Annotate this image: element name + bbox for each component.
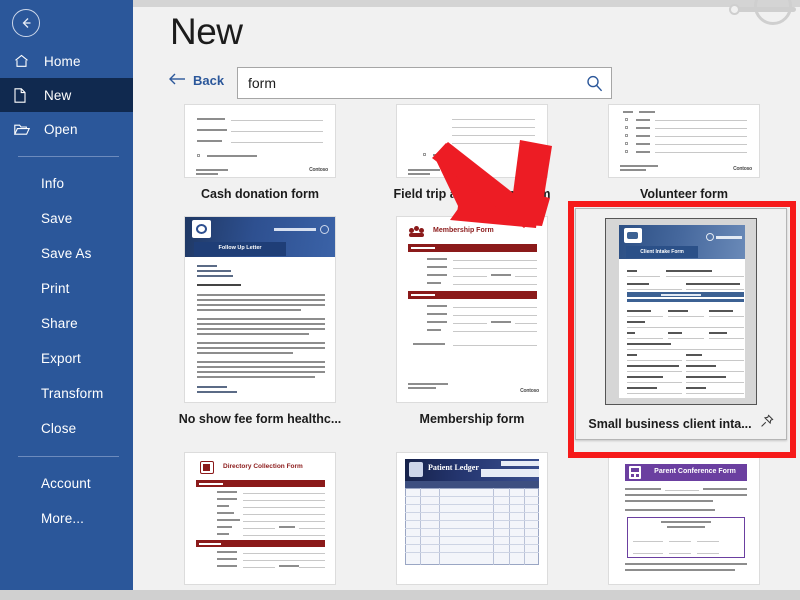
template-search-box[interactable] xyxy=(237,67,612,99)
template-grid: Contoso Cash donation form Contoso Field… xyxy=(157,104,800,590)
doc-title: Client Intake Form xyxy=(640,249,684,255)
sidebar-item-account[interactable]: Account xyxy=(0,466,133,501)
window-top-shade xyxy=(133,0,800,7)
sidebar-item-label: Save As xyxy=(41,246,92,261)
template-thumbnail: Follow Up Letter xyxy=(184,216,336,403)
doc-title: Patient Ledger xyxy=(428,463,479,472)
doc-preview-no-show-fee: Follow Up Letter xyxy=(185,217,335,402)
template-thumbnail: Contoso xyxy=(396,104,548,178)
sidebar-item-share[interactable]: Share xyxy=(0,306,133,341)
search-icon[interactable] xyxy=(577,68,611,98)
arrow-left-icon xyxy=(169,73,186,88)
template-card-label: Small business client inta... xyxy=(588,416,752,431)
avatar-circle xyxy=(754,0,792,25)
sidebar-item-transform[interactable]: Transform xyxy=(0,376,133,411)
template-card-label: Cash donation form xyxy=(200,187,320,201)
sidebar-item-home[interactable]: Home xyxy=(0,44,133,78)
template-card-label: No show fee form healthc... xyxy=(178,412,342,426)
doc-preview-client-intake: Client Intake Form xyxy=(606,219,756,404)
avatar-knob xyxy=(729,4,740,15)
template-thumbnail: Client Intake Form xyxy=(605,218,757,405)
back-arrow-circle-icon[interactable] xyxy=(12,9,40,37)
template-thumbnail: Directory Collection Form xyxy=(184,452,336,585)
sidebar-item-more[interactable]: More... xyxy=(0,501,133,536)
sidebar-item-close[interactable]: Close xyxy=(0,411,133,446)
backstage-sidebar: Home New Open Info Save Save As Print Sh… xyxy=(0,0,133,590)
doc-title: Parent Conference Form xyxy=(654,468,736,475)
sidebar-divider-bottom xyxy=(18,456,119,457)
template-thumbnail: Contoso xyxy=(184,104,336,178)
sidebar-item-export[interactable]: Export xyxy=(0,341,133,376)
doc-preview-membership: Membership Form Contoso xyxy=(397,217,547,402)
template-thumbnail: Membership Form Contoso xyxy=(396,216,548,403)
doc-preview-cash-donation: Contoso xyxy=(185,105,335,177)
template-card-label: Membership form xyxy=(419,412,525,426)
back-to-templates-button[interactable]: Back xyxy=(169,73,224,88)
sidebar-item-label: Open xyxy=(44,121,78,137)
sidebar-item-label: Info xyxy=(41,176,65,191)
selected-card-label-row: Small business client inta... xyxy=(576,414,786,433)
doc-preview-patient-ledger: Patient Ledger xyxy=(397,453,547,573)
search-input[interactable] xyxy=(238,75,577,91)
doc-preview-volunteer: Contoso xyxy=(609,105,759,177)
sidebar-item-label: Save xyxy=(41,211,73,226)
sidebar-item-label: Account xyxy=(41,476,91,491)
doc-title: Membership Form xyxy=(433,227,494,234)
sidebar-top-nav: Home New Open Info Save Save As Print Sh… xyxy=(0,44,133,536)
brand-mark: Contoso xyxy=(733,166,752,172)
sidebar-item-label: New xyxy=(44,87,72,103)
sidebar-item-label: Home xyxy=(44,53,81,69)
template-card-label: Field trip assignment form xyxy=(393,187,551,201)
sidebar-item-save[interactable]: Save xyxy=(0,201,133,236)
doc-preview-field-trip: Contoso xyxy=(397,105,547,177)
template-card-selected[interactable]: Client Intake Form Small business client… xyxy=(575,208,787,440)
back-label: Back xyxy=(193,73,225,88)
template-card-label: Volunteer form xyxy=(640,187,728,201)
sidebar-item-label: Export xyxy=(41,351,81,366)
brand-mark: Contoso xyxy=(521,166,540,172)
brand-mark: Contoso xyxy=(309,167,328,173)
backstage-main-pane: New Back form Contoso Cash donation form… xyxy=(133,0,800,590)
template-card[interactable]: Parent Conference Form xyxy=(581,452,787,585)
template-card[interactable]: Contoso Volunteer form xyxy=(581,104,787,201)
sidebar-item-label: Close xyxy=(41,421,77,436)
doc-preview-directory-collection: Directory Collection Form xyxy=(185,453,335,573)
sidebar-divider-top xyxy=(18,156,119,157)
template-card[interactable]: Contoso Field trip assignment form xyxy=(369,104,575,201)
sidebar-item-new[interactable]: New xyxy=(0,78,133,112)
template-thumbnail: Patient Ledger xyxy=(396,452,548,585)
open-folder-icon xyxy=(14,120,36,138)
window-bottom-strip xyxy=(0,590,800,600)
template-thumbnail: Contoso xyxy=(608,104,760,178)
sidebar-item-save-as[interactable]: Save As xyxy=(0,236,133,271)
avatar-bar xyxy=(732,7,796,12)
template-card[interactable]: Contoso Cash donation form xyxy=(157,104,363,201)
pin-icon[interactable] xyxy=(760,414,774,433)
new-document-icon xyxy=(14,86,36,104)
doc-title: Follow Up Letter xyxy=(218,245,262,251)
sidebar-item-label: More... xyxy=(41,511,85,526)
sidebar-item-info[interactable]: Info xyxy=(0,166,133,201)
template-thumbnail: Parent Conference Form xyxy=(608,452,760,585)
sidebar-item-label: Share xyxy=(41,316,78,331)
sidebar-item-label: Transform xyxy=(41,386,104,401)
sidebar-item-open[interactable]: Open xyxy=(0,112,133,146)
doc-preview-parent-conference: Parent Conference Form xyxy=(609,453,759,573)
account-avatar-icon[interactable] xyxy=(728,0,800,27)
sidebar-item-print[interactable]: Print xyxy=(0,271,133,306)
doc-title: Directory Collection Form xyxy=(223,463,303,470)
template-card[interactable]: Directory Collection Form xyxy=(157,452,363,585)
brand-mark: Contoso xyxy=(520,388,539,394)
template-card[interactable]: Patient Ledger xyxy=(369,452,575,585)
template-card[interactable]: Follow Up Letter No show fee form health… xyxy=(157,216,363,426)
home-icon xyxy=(14,52,36,70)
word-backstage-new-screen: Home New Open Info Save Save As Print Sh… xyxy=(0,0,800,600)
sidebar-item-label: Print xyxy=(41,281,70,296)
template-card[interactable]: Membership Form Contoso Membership form xyxy=(369,216,575,426)
page-title: New xyxy=(170,11,243,52)
